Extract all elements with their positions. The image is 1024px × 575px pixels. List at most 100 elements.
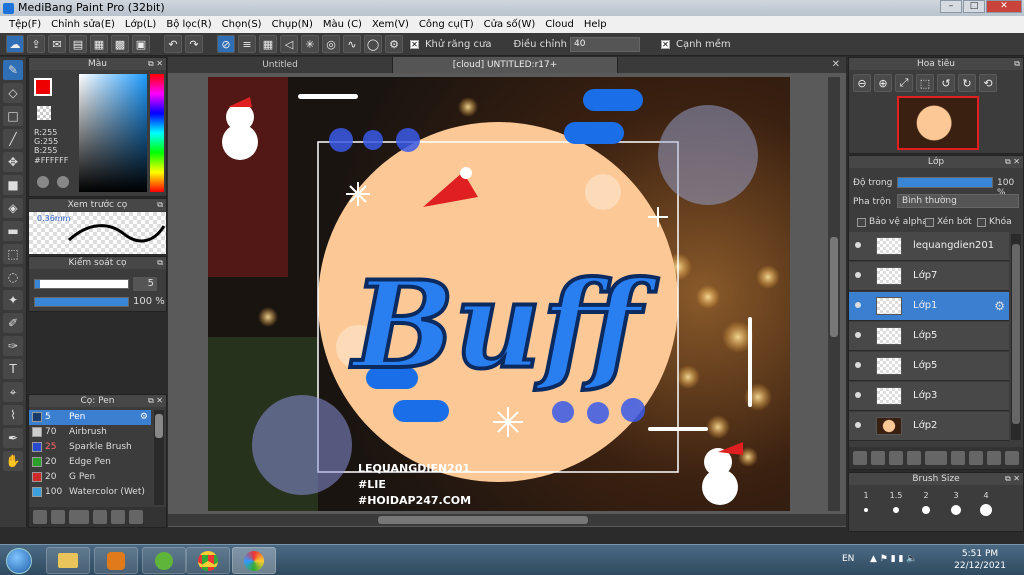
fill-rect-tool-icon[interactable]: ■ — [3, 175, 23, 195]
green-app-icon[interactable] — [142, 547, 186, 574]
vanish-snap-icon[interactable]: ◁ — [280, 35, 298, 53]
tiles-icon[interactable]: ▣ — [132, 35, 150, 53]
duplicate-icon[interactable] — [129, 510, 143, 524]
pen-tool-icon[interactable]: ✒ — [3, 428, 23, 448]
clock[interactable]: 5:51 PM 22/12/2021 — [954, 548, 1006, 572]
clipping-checkbox[interactable] — [925, 218, 934, 227]
layer-row[interactable]: Lớp1 ⚙ — [849, 292, 1009, 321]
gear-icon[interactable]: ⚙ — [140, 410, 148, 425]
protect-alpha-checkbox[interactable] — [857, 218, 866, 227]
comment-icon[interactable]: ✉ — [48, 35, 66, 53]
tab-untitled[interactable]: Untitled — [168, 57, 393, 73]
share-icon[interactable]: ⇪ — [27, 35, 45, 53]
close-button[interactable]: ✕ — [986, 0, 1022, 13]
layer-row[interactable]: Lớp3 — [849, 382, 1009, 411]
reset-rotate-icon[interactable]: ⟲ — [979, 74, 997, 92]
rotate-left-icon[interactable]: ↺ — [937, 74, 955, 92]
page-icon[interactable]: ▦ — [90, 35, 108, 53]
saturation-value-picker[interactable] — [79, 74, 147, 192]
move-tool-icon[interactable]: ✥ — [3, 152, 23, 172]
sharp-edge-checkbox[interactable]: ✕ — [660, 39, 670, 49]
select-rect-icon[interactable]: ⬚ — [3, 244, 23, 264]
parallel-snap-icon[interactable]: ≡ — [238, 35, 256, 53]
select-pen-icon[interactable]: ✐ — [3, 313, 23, 333]
eye-icon[interactable] — [855, 332, 861, 338]
tab-cloud-untitled[interactable]: [cloud] UNTITLED:r17+ — [393, 57, 618, 73]
size-option[interactable]: 4 — [971, 491, 1001, 516]
menu-filter[interactable]: Bộ lọc(R) — [161, 16, 216, 33]
panel-options-icon[interactable]: ⧉ — [1014, 58, 1020, 70]
ellipse-snap-icon[interactable]: ◯ — [364, 35, 382, 53]
panel-options-icon[interactable]: ⧉ — [157, 199, 163, 211]
sub-color-swatch[interactable] — [37, 106, 51, 120]
panel-options-icon[interactable]: ⧉ ✕ — [1005, 156, 1020, 168]
delete-layer-icon[interactable] — [1005, 451, 1019, 465]
new-layer-icon[interactable] — [853, 451, 867, 465]
artwork-canvas[interactable]: Buff LEQUANGDIEN201 #LIE #HOIDAP247.COM — [208, 77, 790, 511]
canvas-vertical-scrollbar[interactable] — [828, 77, 840, 511]
size-option[interactable]: 1 — [851, 491, 881, 516]
layers-scrollbar[interactable] — [1011, 234, 1021, 440]
redo-icon[interactable]: ↷ — [185, 35, 203, 53]
size-option[interactable]: 2 — [911, 491, 941, 516]
brush-tool-icon[interactable]: ✎ — [3, 60, 23, 80]
new-8bit-layer-icon[interactable] — [889, 451, 903, 465]
menu-cloud[interactable]: Cloud — [540, 16, 579, 33]
media-player-icon[interactable] — [94, 547, 138, 574]
rect-tool-icon[interactable]: □ — [3, 106, 23, 126]
zoom-in-icon[interactable]: ⊕ — [874, 74, 892, 92]
palette-icon[interactable] — [57, 176, 69, 188]
menu-help[interactable]: Help — [579, 16, 612, 33]
tray-icons[interactable]: ▲ ⚑ ▮ ▮ 🔈 — [870, 554, 918, 564]
brush-item[interactable]: 20 Edge Pen — [29, 455, 151, 470]
panel-options-icon[interactable]: ⧉ ✕ — [1005, 473, 1020, 485]
panel-options-icon[interactable]: ⧉ — [157, 257, 163, 269]
text-tool-icon[interactable]: T — [3, 359, 23, 379]
new-1bit-layer-icon[interactable] — [907, 451, 921, 465]
hue-slider[interactable] — [150, 74, 164, 192]
gear-icon[interactable]: ⚙ — [994, 299, 1005, 313]
layer-row[interactable]: Lớp5 — [849, 352, 1009, 381]
grid-icon[interactable]: ▩ — [111, 35, 129, 53]
menu-edit[interactable]: Chỉnh sửa(E) — [46, 16, 120, 33]
dropper-tool-icon[interactable]: ⌇ — [3, 405, 23, 425]
cloud-icon[interactable]: ☁ — [6, 35, 24, 53]
lasso-icon[interactable]: ◌ — [3, 267, 23, 287]
brush-item[interactable]: 5 Pen ⚙ — [29, 410, 151, 425]
line-tool-icon[interactable]: ╱ — [3, 129, 23, 149]
navigator-thumbnail[interactable] — [897, 96, 979, 150]
circle-snap-icon[interactable]: ◎ — [322, 35, 340, 53]
gradient-tool-icon[interactable]: ▬ — [3, 221, 23, 241]
merge-layer-icon[interactable] — [987, 451, 1001, 465]
layer-row[interactable]: Lớp5 — [849, 322, 1009, 351]
brush-item[interactable]: 100 Watercolor (Wet) — [29, 485, 151, 500]
canvas-horizontal-scrollbar[interactable] — [168, 514, 846, 526]
panel-options-icon[interactable]: ⧉ ✕ — [148, 395, 163, 407]
panel-options-icon[interactable]: ⧉ ✕ — [148, 58, 163, 70]
curve-snap-icon[interactable]: ∿ — [343, 35, 361, 53]
fit-icon[interactable]: ⤢ — [895, 74, 913, 92]
eye-icon[interactable] — [855, 362, 861, 368]
medibang-taskbar-icon[interactable] — [232, 547, 276, 574]
eye-icon[interactable] — [855, 242, 861, 248]
lock-checkbox[interactable] — [977, 218, 986, 227]
layer-row[interactable]: Lớp2 — [849, 412, 1009, 441]
size-value[interactable]: 5 — [133, 277, 157, 291]
duplicate-layer-icon[interactable] — [969, 451, 983, 465]
eye-icon[interactable] — [855, 392, 861, 398]
chrome-icon[interactable] — [186, 547, 230, 574]
folder-icon[interactable] — [111, 510, 125, 524]
opacity-slider[interactable] — [34, 297, 129, 307]
snap-off-icon[interactable]: ⊘ — [217, 35, 235, 53]
language-indicator[interactable]: EN — [842, 554, 854, 564]
brush-item[interactable]: 70 Airbrush — [29, 425, 151, 440]
copy-brush-icon[interactable] — [93, 510, 107, 524]
layer-folder-icon[interactable] — [951, 451, 965, 465]
new-brush-icon[interactable] — [51, 510, 65, 524]
file-explorer-icon[interactable] — [46, 547, 90, 574]
snap-settings-icon[interactable]: ⚙ — [385, 35, 403, 53]
antialias-checkbox[interactable]: ✕ — [410, 39, 419, 49]
rotate-right-icon[interactable]: ↻ — [958, 74, 976, 92]
menu-snap[interactable]: Chụp(N) — [267, 16, 318, 33]
magic-wand-icon[interactable]: ✦ — [3, 290, 23, 310]
